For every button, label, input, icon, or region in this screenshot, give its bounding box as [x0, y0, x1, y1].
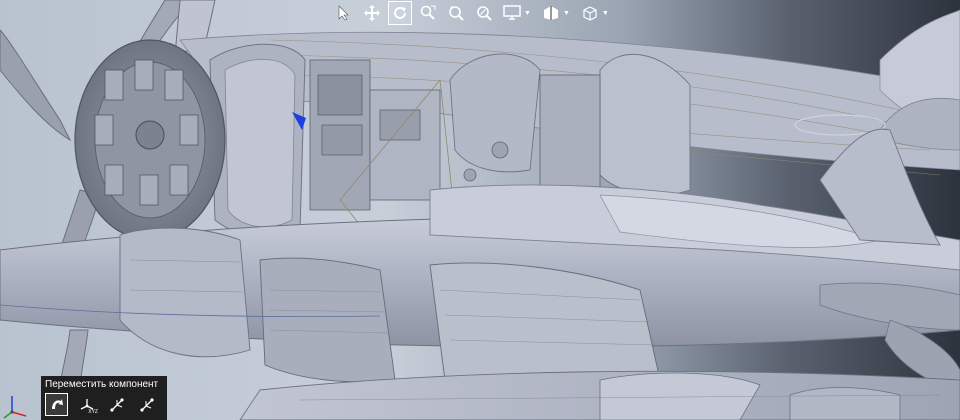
move-component-panel: Переместить компонент XYZ	[41, 376, 167, 420]
aircraft-model[interactable]	[0, 0, 960, 420]
move-along-entity-icon	[109, 397, 124, 412]
free-move-icon	[51, 398, 63, 409]
axis-triad	[3, 396, 27, 419]
move-panel-title: Переместить компонент	[45, 379, 159, 390]
free-move-button[interactable]	[45, 393, 68, 416]
move-by-delta-icon	[139, 397, 154, 412]
move-along-entity-button[interactable]	[105, 393, 128, 416]
zoom-in-out-icon[interactable]	[444, 1, 468, 25]
rotate-icon[interactable]	[388, 1, 412, 25]
zoom-area-icon[interactable]	[416, 1, 440, 25]
section-view-icon[interactable]	[539, 1, 563, 25]
display-mode-icon[interactable]	[500, 1, 524, 25]
move-xyz-button[interactable]: XYZ	[75, 393, 98, 416]
chevron-down-icon[interactable]: ▼	[602, 10, 609, 17]
radial-engine	[74, 39, 226, 241]
xyz-label: XYZ	[88, 409, 98, 415]
move-by-delta-button[interactable]	[135, 393, 158, 416]
zoom-fit-icon[interactable]	[472, 1, 496, 25]
3d-viewport[interactable]: ▼ ▼ ▼ Переместить компонент XYZ	[0, 0, 960, 420]
pan-icon[interactable]	[360, 1, 384, 25]
move-panel-buttons: XYZ	[45, 393, 158, 416]
chevron-down-icon[interactable]: ▼	[524, 10, 531, 17]
select-arrow-icon[interactable]	[332, 1, 356, 25]
chevron-down-icon[interactable]: ▼	[563, 10, 570, 17]
view-toolbar: ▼ ▼ ▼	[332, 0, 613, 26]
view-cube-icon[interactable]	[578, 1, 602, 25]
